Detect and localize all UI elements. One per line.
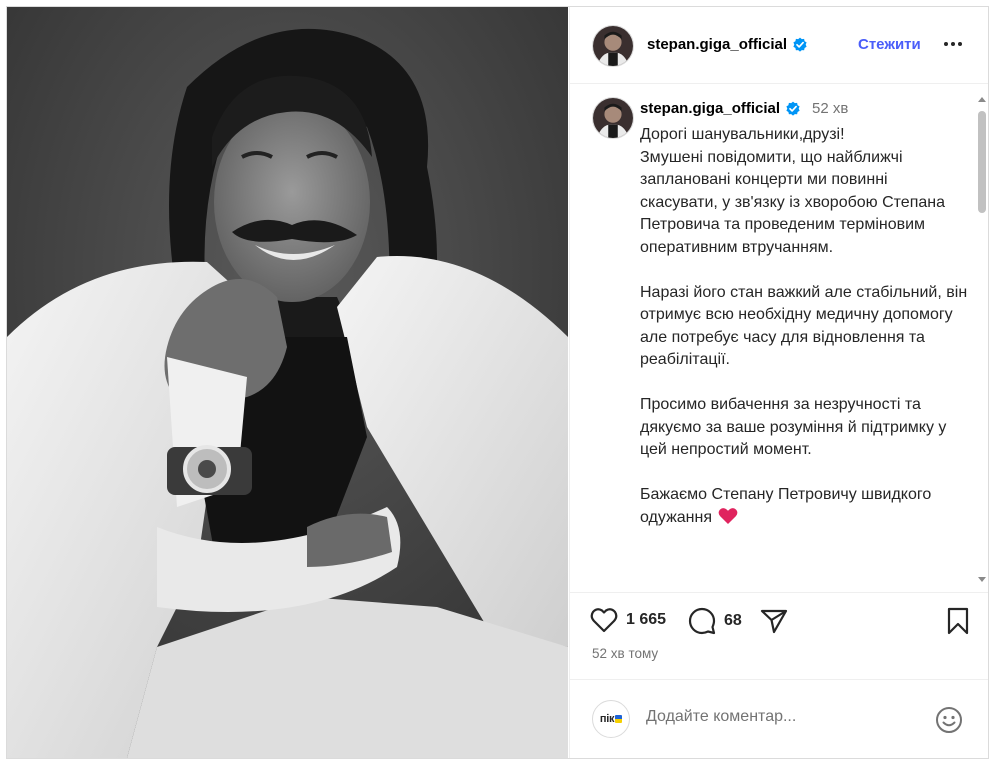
author-info: stepan.giga_official	[647, 36, 808, 53]
caption-time[interactable]: 52 хв	[812, 100, 848, 117]
verified-badge-icon	[786, 101, 800, 116]
current-user-avatar[interactable]: пік	[592, 700, 630, 738]
more-options-button[interactable]	[940, 33, 966, 55]
post-timestamp[interactable]: 52 хв тому	[592, 646, 658, 661]
save-button[interactable]	[946, 607, 970, 635]
comments-section[interactable]: stepan.giga_official 52 хв Дорогі шанува…	[570, 85, 988, 593]
caption-author-avatar[interactable]	[592, 97, 634, 139]
paper-plane-icon	[760, 609, 788, 634]
comment-input[interactable]	[646, 708, 926, 726]
post-side-panel: stepan.giga_official Стежити stepan.giga…	[569, 7, 988, 758]
emoji-button[interactable]	[935, 706, 963, 739]
caption-text: Дорогі шанувальники,друзі! Змушені повід…	[640, 124, 968, 529]
scroll-thumb[interactable]	[978, 111, 986, 213]
avatar-label: пік	[599, 713, 615, 725]
scroll-down-arrow-icon[interactable]	[978, 577, 986, 582]
flag-icon	[615, 715, 623, 723]
share-button[interactable]	[760, 607, 788, 635]
verified-badge-icon	[793, 37, 807, 52]
red-heart-emoji-icon	[719, 507, 738, 524]
author-username[interactable]: stepan.giga_official	[647, 36, 787, 53]
smiley-icon	[936, 707, 962, 733]
post-actions: 1 665 68	[570, 594, 988, 644]
bookmark-icon	[947, 607, 969, 635]
follow-button[interactable]: Стежити	[858, 36, 921, 53]
like-button[interactable]: 1 665	[590, 607, 666, 633]
three-dots-icon	[944, 42, 948, 46]
post-dialog: stepan.giga_official Стежити stepan.giga…	[6, 6, 989, 759]
scroll-up-arrow-icon[interactable]	[978, 97, 986, 102]
avatar-image	[593, 26, 633, 66]
portrait-image	[7, 7, 568, 758]
caption-scrollbar[interactable]	[974, 85, 988, 592]
caption-username[interactable]: stepan.giga_official	[640, 100, 780, 117]
post-photo[interactable]	[7, 7, 568, 758]
comments-count[interactable]: 68	[724, 612, 742, 630]
add-comment-bar: пік	[570, 679, 988, 758]
comment-button[interactable]: 68	[688, 607, 742, 635]
caption-body: Дорогі шанувальники,друзі! Змушені повід…	[640, 126, 968, 526]
heart-outline-icon	[590, 608, 618, 633]
likes-count[interactable]: 1 665	[626, 611, 666, 629]
caption-header: stepan.giga_official 52 хв	[640, 100, 848, 117]
author-avatar[interactable]	[592, 25, 634, 67]
avatar-image	[593, 98, 633, 138]
post-header: stepan.giga_official Стежити	[570, 7, 988, 84]
speech-bubble-icon	[688, 607, 716, 635]
